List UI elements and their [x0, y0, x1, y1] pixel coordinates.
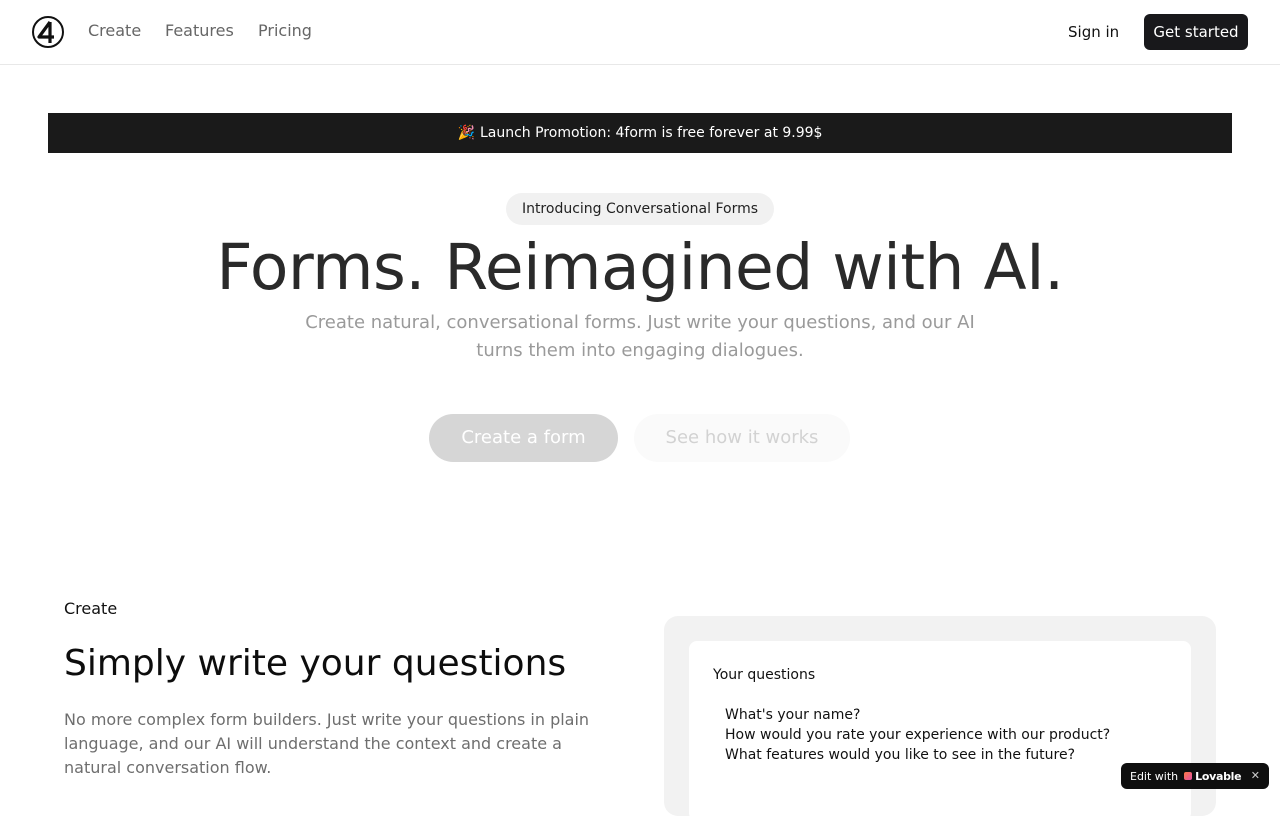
edit-with-lovable-badge[interactable]: Edit with Lovable ✕	[1121, 763, 1269, 789]
create-form-button[interactable]: Create a form	[429, 414, 618, 462]
section-description: No more complex form builders. Just writ…	[64, 710, 590, 777]
promo-banner: 🎉 Launch Promotion: 4form is free foreve…	[48, 113, 1232, 153]
hero-subtitle: Create natural, conversational forms. Ju…	[305, 312, 975, 361]
nav-link-pricing[interactable]: Pricing	[258, 21, 312, 41]
badge-prefix: Edit with	[1130, 769, 1179, 783]
sign-in-link[interactable]: Sign in	[1068, 22, 1119, 42]
promo-text: Launch Promotion: 4form is free forever …	[479, 125, 823, 141]
see-how-it-works-button[interactable]: See how it works	[634, 414, 850, 462]
lovable-brand: Lovable	[1184, 769, 1242, 783]
question-item: What's your name?	[725, 707, 861, 723]
close-icon[interactable]: ✕	[1251, 769, 1260, 783]
announcement-badge: Introducing Conversational Forms	[506, 193, 774, 225]
nav-link-create[interactable]: Create	[88, 21, 141, 41]
section-title: Simply write your questions	[64, 643, 567, 684]
lovable-heart-icon	[1184, 772, 1193, 780]
top-navbar: Create Features Pricing Sign in Get star…	[0, 0, 1280, 65]
nav-link-features[interactable]: Features	[165, 21, 234, 41]
questions-card-label: Your questions	[713, 667, 816, 683]
section-eyebrow: Create	[64, 599, 118, 618]
lovable-brand-label: Lovable	[1195, 769, 1242, 783]
4form-logo-icon[interactable]	[32, 16, 64, 48]
question-item: What features would you like to see in t…	[725, 747, 1076, 763]
party-popper-icon: 🎉	[457, 125, 475, 141]
question-item: How would you rate your experience with …	[725, 727, 1111, 743]
question-list: What's your name? How would you rate you…	[725, 705, 1110, 765]
hero-title: Forms. Reimagined with AI.	[216, 231, 1064, 304]
get-started-button[interactable]: Get started	[1144, 14, 1248, 50]
